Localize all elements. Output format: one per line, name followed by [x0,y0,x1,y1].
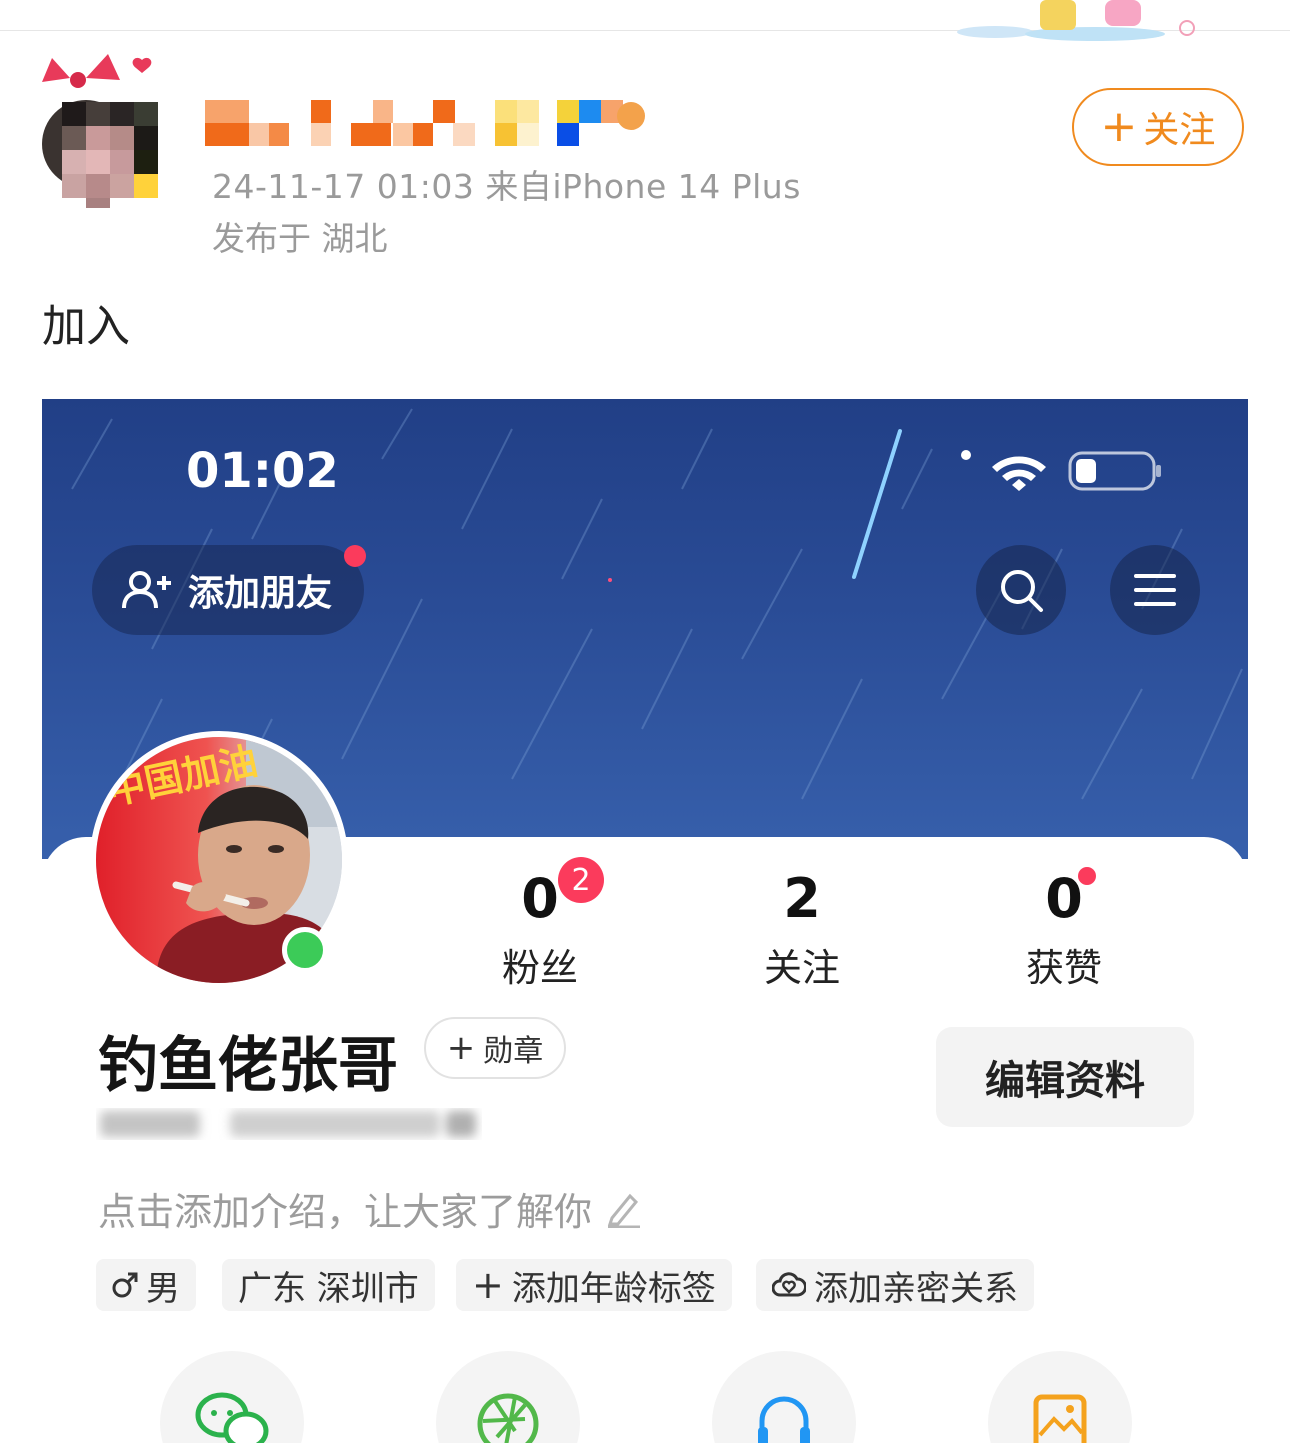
add-user-icon [122,571,171,609]
likes-notification-dot [1078,867,1096,885]
battery-icon [1068,451,1161,491]
follow-button[interactable]: + 关注 [1072,88,1244,166]
account-id-blurred [100,1111,476,1137]
wifi-icon [992,456,1046,491]
poster-avatar-pixelated[interactable] [42,52,170,208]
post-meta: 24-11-17 01:03 来自iPhone 14 Plus [212,167,801,206]
tag-add-age[interactable]: + 添加年龄标签 [456,1259,732,1311]
image-icon [1033,1394,1087,1443]
edit-pencil-icon [607,1193,641,1228]
cloud-heart-icon [772,1272,806,1297]
embedded-screenshot[interactable]: 01:02 添加朋友 中国加油 0 粉丝 2 2 关注 0 获赞 钓鱼佬张哥 +… [42,399,1248,1443]
notification-dot [344,545,366,567]
plus-icon: + [472,1263,504,1307]
stat-following[interactable]: 2 关注 [722,869,882,992]
intro-prompt[interactable]: 点击添加介绍，让大家了解你 [98,1181,642,1236]
status-bar-icons [952,445,1162,499]
tag-gender[interactable]: 男 [96,1259,196,1311]
menu-icon [1134,574,1176,606]
username-pixelated[interactable] [205,100,655,146]
stat-likes[interactable]: 0 获赞 [984,869,1144,992]
wechat-icon [195,1392,269,1443]
search-icon [1001,570,1043,612]
search-button[interactable] [976,545,1066,635]
male-icon [112,1272,138,1298]
plus-icon: + [1100,101,1138,152]
post-location: 发布于 湖北 [212,219,388,258]
online-status-indicator [282,927,328,973]
tag-add-relationship[interactable]: 添加亲密关系 [756,1259,1034,1311]
plus-icon: + [446,1028,476,1068]
add-friend-button[interactable]: 添加朋友 [92,545,364,635]
add-medal-button[interactable]: + 勋章 [424,1017,566,1079]
dot-indicator [961,450,971,460]
followers-badge: 2 [558,857,604,903]
profile-nickname: 钓鱼佬张哥 [98,1031,398,1101]
post-text: 加入 [42,301,130,352]
menu-button[interactable] [1110,545,1200,635]
camera-aperture-icon [477,1393,539,1443]
cartoon-sticker [957,0,1195,41]
headphones-icon [758,1396,810,1443]
tag-location[interactable]: 广东 深圳市 [222,1259,435,1311]
edit-profile-button[interactable]: 编辑资料 [936,1027,1194,1127]
status-bar-time: 01:02 [186,443,339,499]
